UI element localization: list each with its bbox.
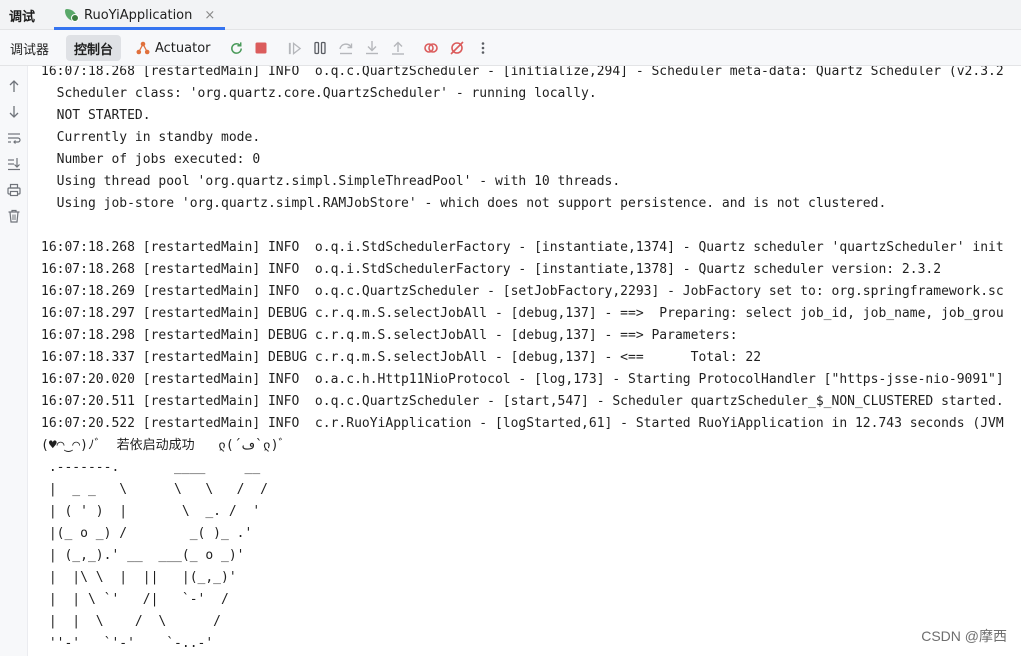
view-breakpoints-icon[interactable] — [421, 38, 441, 58]
ascii-art-line: | |\ \ | || |(_,_)' — [41, 570, 237, 585]
ascii-art-line: | _ _ \ \ \ / / — [41, 482, 268, 497]
scroll-down-icon[interactable] — [4, 102, 24, 122]
log-line: Using thread pool 'org.quartz.simpl.Simp… — [41, 174, 621, 189]
log-line: 16:07:18.268 [restartedMain] INFO o.q.i.… — [41, 240, 1004, 255]
soft-wrap-icon[interactable] — [4, 128, 24, 148]
log-line: 16:07:20.020 [restartedMain] INFO o.a.c.… — [41, 372, 1004, 387]
log-line: 16:07:18.337 [restartedMain] DEBUG c.r.q… — [41, 350, 762, 365]
pause-icon[interactable] — [310, 38, 330, 58]
tab-console-label: 控制台 — [74, 42, 114, 58]
log-line: 16:07:20.522 [restartedMain] INFO c.r.Ru… — [41, 416, 1004, 431]
tab-debugger-label: 调试器 — [10, 42, 50, 58]
watermark: CSDN @摩西 — [921, 628, 1007, 644]
print-icon[interactable] — [4, 180, 24, 200]
log-line: Using job-store 'org.quartz.simpl.RAMJob… — [41, 196, 887, 211]
resume-icon[interactable] — [284, 38, 304, 58]
console-output[interactable]: 16:07:18.268 [restartedMain] INFO o.q.c.… — [28, 66, 1021, 656]
log-line: 16:07:20.511 [restartedMain] INFO o.q.c.… — [41, 394, 1004, 409]
log-line: NOT STARTED. — [41, 108, 151, 123]
step-into-icon[interactable] — [362, 38, 382, 58]
tab-ruoyi-application[interactable]: RuoYiApplication × — [54, 0, 226, 30]
ascii-art-line: .-------. ____ __ — [41, 460, 261, 475]
close-tab-icon[interactable]: × — [204, 8, 215, 23]
tab-actuator[interactable]: Actuator — [136, 30, 211, 66]
scroll-to-end-icon[interactable] — [4, 154, 24, 174]
mute-breakpoints-icon[interactable] — [447, 38, 467, 58]
ascii-art-line: | ( ' ) | \ _. / ' — [41, 504, 261, 519]
debug-toolbar: 调试器 控制台 Actuator — [0, 30, 1021, 66]
ascii-art-line: | (_,_).' __ ___(_ o _)' — [41, 548, 245, 563]
log-line: 16:07:18.268 [restartedMain] INFO o.q.c.… — [41, 66, 1004, 79]
step-out-icon[interactable] — [388, 38, 408, 58]
log-line: Number of jobs executed: 0 — [41, 152, 261, 167]
scroll-up-icon[interactable] — [4, 76, 24, 96]
stop-icon[interactable] — [251, 38, 271, 58]
tab-actuator-label: Actuator — [155, 40, 211, 56]
top-tab-bar: 调试 RuoYiApplication × — [0, 0, 1021, 30]
log-line: 16:07:18.298 [restartedMain] DEBUG c.r.q… — [41, 328, 746, 343]
log-line: Currently in standby mode. — [41, 130, 261, 145]
ascii-art-line: | | \ `' /| `-' / — [41, 592, 229, 607]
log-line: (♥◠‿◠)ﾉﾞ 若依启动成功 ლ(´ڡ`ლ)ﾞ — [41, 438, 286, 453]
more-icon[interactable] — [473, 38, 493, 58]
ascii-art-line: |(_ o _) / _( )_ .' — [41, 526, 253, 541]
log-line: Scheduler class: 'org.quartz.core.Quartz… — [41, 86, 597, 101]
spring-boot-app-icon — [64, 8, 79, 22]
console-sidebar — [0, 66, 28, 656]
tab-debugger[interactable]: 调试器 — [10, 30, 49, 66]
tab-console[interactable]: 控制台 — [66, 35, 122, 61]
clear-icon[interactable] — [4, 206, 24, 226]
tab-debug-label: 调试 — [9, 9, 36, 25]
step-over-icon[interactable] — [336, 38, 356, 58]
log-line: 16:07:18.269 [restartedMain] INFO o.q.c.… — [41, 284, 1004, 299]
log-line: 16:07:18.297 [restartedMain] DEBUG c.r.q… — [41, 306, 1004, 321]
ascii-art-line: | | \ / \ / — [41, 614, 222, 629]
tab-app-label: RuoYiApplication — [84, 7, 193, 23]
ascii-art-line: ''-' `'-' `-..-' — [41, 636, 214, 651]
tab-debug[interactable]: 调试 — [9, 0, 35, 30]
rerun-icon[interactable] — [226, 38, 246, 58]
log-line: 16:07:18.268 [restartedMain] INFO o.q.i.… — [41, 262, 942, 277]
actuator-icon — [136, 41, 150, 55]
